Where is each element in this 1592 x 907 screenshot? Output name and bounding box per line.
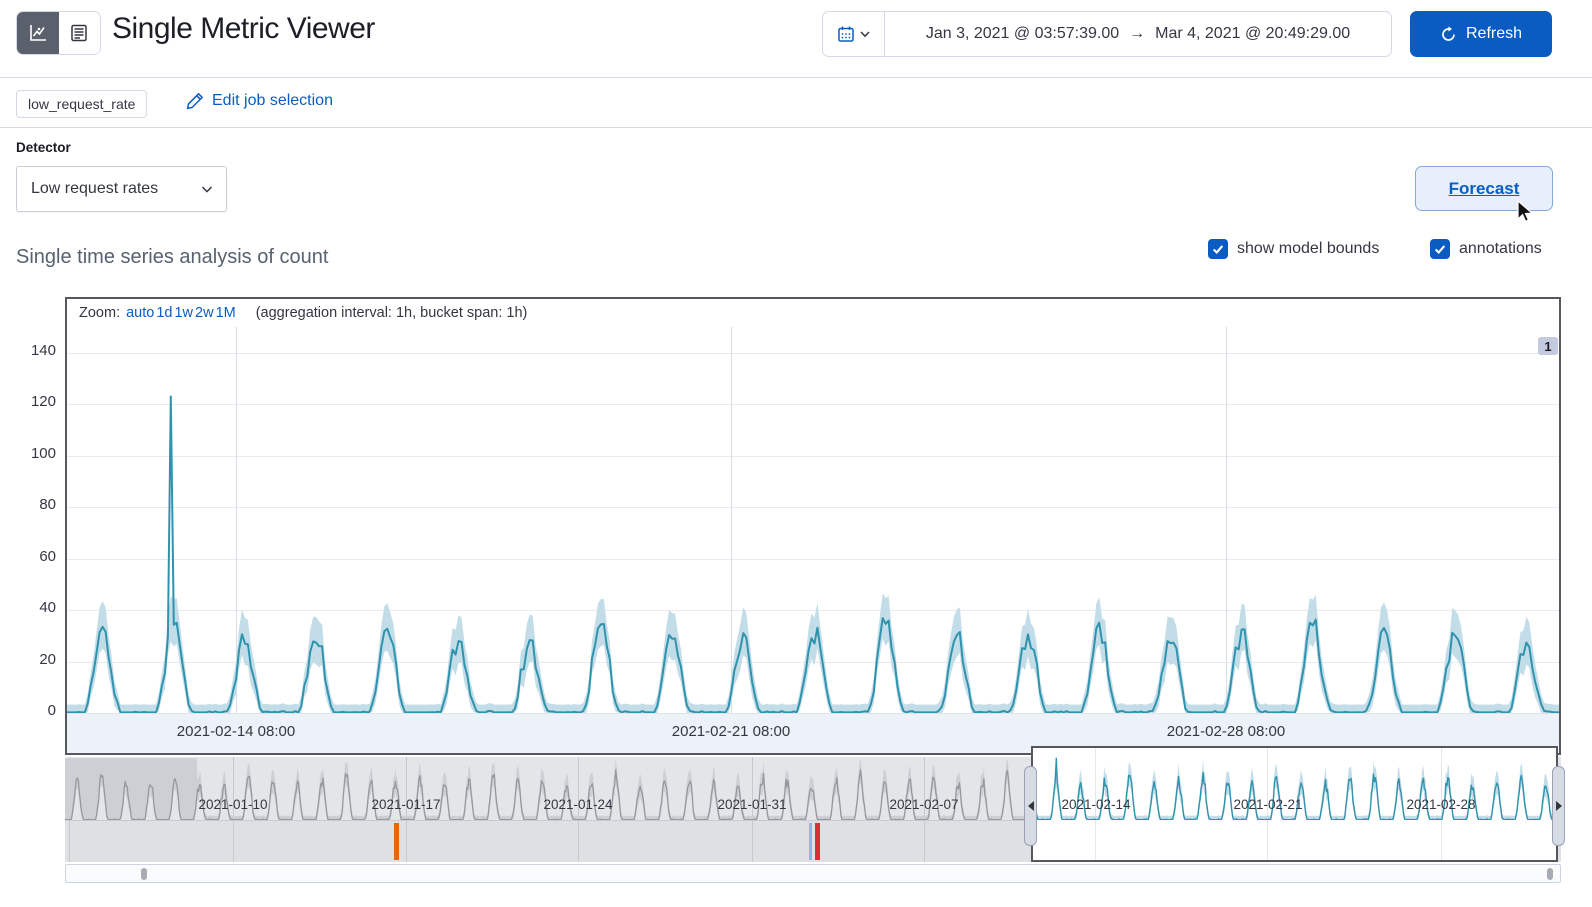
zoom-toolbar: Zoom: auto 1d 1w 2w 1M (aggregation interval… <box>79 305 527 321</box>
edit-link-label: Edit job selection <box>212 92 333 109</box>
context-chart: 2021-01-10 2021-01-17 2021-01-24 2021-01-31… <box>65 746 1565 862</box>
zoom-label: Zoom: <box>79 305 121 321</box>
quick-select-button[interactable] <box>823 12 885 56</box>
zoom-option-1M[interactable]: 1M <box>216 305 236 321</box>
annotation-badge[interactable]: 1 <box>1538 337 1558 355</box>
view-toggle-group <box>16 11 101 55</box>
chevron-down-icon <box>201 186 213 193</box>
aggregation-note: (aggregation interval: 1h, bucket span: … <box>255 305 528 321</box>
calendar-icon <box>837 26 854 42</box>
scrollbar-nub-right[interactable] <box>1547 868 1553 880</box>
annotation-marker[interactable] <box>809 823 812 860</box>
brush-handle-left[interactable] <box>1024 766 1037 846</box>
divider <box>0 127 1592 128</box>
line-chart-icon <box>29 25 46 41</box>
y-tick-120: 120 <box>30 393 56 410</box>
main-series-svg <box>67 395 1559 713</box>
detector-selected-value: Low request rates <box>31 180 159 197</box>
edit-job-selection[interactable]: Edit job selection <box>186 92 333 110</box>
anomaly-marker[interactable] <box>394 823 399 860</box>
annotations-checkbox[interactable] <box>1430 239 1450 259</box>
single-metric-viewer-page: Single Metric Viewer Jan 3, 2021 @ 03:57… <box>0 0 1592 907</box>
mouse-cursor <box>1517 200 1534 223</box>
job-badge[interactable]: low_request_rate <box>16 90 148 118</box>
annotations-checkbox-row[interactable]: annotations <box>1430 239 1542 259</box>
show-model-bounds-checkbox[interactable] <box>1208 239 1228 259</box>
x-tick-2: 2021-02-28 08:00 <box>1166 723 1286 740</box>
brush-handle-right[interactable] <box>1552 766 1565 846</box>
triangle-right-icon <box>1555 801 1562 811</box>
timeline-scrollbar[interactable] <box>65 864 1561 883</box>
zoom-option-1w[interactable]: 1w <box>174 305 193 321</box>
chevron-down-icon <box>859 31 870 38</box>
y-tick-0: 0 <box>47 702 56 719</box>
time-range-start[interactable]: Jan 3, 2021 @ 03:57:39.00 <box>926 25 1119 43</box>
context-label-7: 2021-02-28 <box>1406 797 1476 812</box>
context-label-3: 2021-01-31 <box>717 797 787 812</box>
zoom-links: auto 1d 1w 2w 1M <box>126 305 238 321</box>
context-label-6: 2021-02-21 <box>1233 797 1303 812</box>
annotations-label: annotations <box>1459 240 1542 257</box>
context-label-5: 2021-02-14 <box>1061 797 1131 812</box>
table-icon <box>71 24 87 42</box>
refresh-button[interactable]: Refresh <box>1410 11 1552 57</box>
x-tick-0: 2021-02-14 08:00 <box>176 723 296 740</box>
zoom-option-2w[interactable]: 2w <box>195 305 214 321</box>
section-heading: Single time series analysis of count <box>16 246 329 268</box>
context-label-2: 2021-01-24 <box>543 797 613 812</box>
context-label-4: 2021-02-07 <box>889 797 959 812</box>
y-tick-60: 60 <box>39 548 56 565</box>
page-title: Single Metric Viewer <box>112 12 375 45</box>
detector-select[interactable]: Low request rates <box>16 166 227 212</box>
scrollbar-nub-left[interactable] <box>141 868 147 880</box>
refresh-label: Refresh <box>1465 25 1523 42</box>
time-range-end[interactable]: Mar 4, 2021 @ 20:49:29.00 <box>1155 25 1350 43</box>
main-plot-area[interactable] <box>67 327 1559 713</box>
refresh-icon <box>1442 26 1455 41</box>
table-view-button[interactable] <box>58 12 100 54</box>
show-model-bounds-checkbox-row[interactable]: show model bounds <box>1208 239 1379 259</box>
zoom-option-1d[interactable]: 1d <box>156 305 172 321</box>
y-tick-140: 140 <box>30 342 56 359</box>
anomaly-marker[interactable] <box>815 823 820 860</box>
time-range-display: Jan 3, 2021 @ 03:57:39.00 → Mar 4, 2021 … <box>885 12 1391 56</box>
divider <box>0 77 1592 78</box>
show-model-bounds-label: show model bounds <box>1237 240 1380 257</box>
context-label-0: 2021-01-10 <box>198 797 268 812</box>
time-range-picker: Jan 3, 2021 @ 03:57:39.00 → Mar 4, 2021 … <box>822 11 1392 57</box>
y-tick-40: 40 <box>39 599 56 616</box>
y-tick-20: 20 <box>39 651 56 668</box>
chart-view-button[interactable] <box>17 12 59 54</box>
triangle-left-icon <box>1027 801 1034 811</box>
pencil-icon <box>186 93 203 110</box>
main-timeseries-chart: Zoom: auto 1d 1w 2w 1M (aggregation interval… <box>65 297 1561 755</box>
x-tick-1: 2021-02-21 08:00 <box>671 723 791 740</box>
y-tick-100: 100 <box>30 445 56 462</box>
check-icon <box>1434 245 1446 255</box>
context-label-1: 2021-01-17 <box>371 797 441 812</box>
zoom-option-auto[interactable]: auto <box>126 305 154 321</box>
y-tick-80: 80 <box>39 496 56 513</box>
time-range-arrow-icon: → <box>1129 25 1146 42</box>
check-icon <box>1212 245 1224 255</box>
detector-label: Detector <box>16 140 71 155</box>
